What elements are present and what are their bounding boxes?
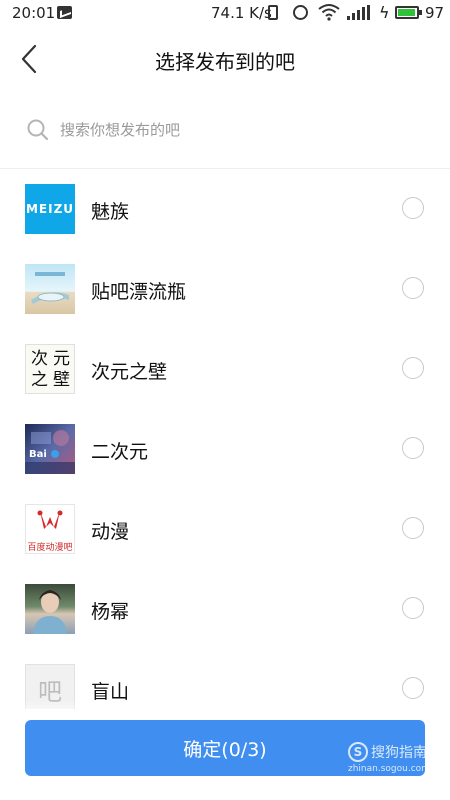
- search-icon: [27, 119, 49, 141]
- list-item[interactable]: 百度动漫吧 动漫: [0, 489, 450, 569]
- avatar-logo-text: 百度动漫吧: [27, 543, 73, 553]
- charging-icon: ϟ: [379, 3, 390, 22]
- select-radio[interactable]: [402, 437, 424, 459]
- list-item[interactable]: 杨幂: [0, 569, 450, 649]
- forum-avatar: [25, 264, 75, 314]
- avatar-logo-text: MEIZU: [25, 202, 75, 216]
- list-item[interactable]: 次 元 之 壁 次元之壁: [0, 329, 450, 409]
- dongman-logo: [37, 510, 63, 529]
- list-item[interactable]: Bai 二次元: [0, 409, 450, 489]
- svg-text:Bai: Bai: [29, 449, 47, 460]
- select-radio[interactable]: [402, 277, 424, 299]
- select-radio[interactable]: [402, 677, 424, 699]
- confirm-label: 确定(0/3): [183, 738, 267, 761]
- forum-name: 次元之壁: [91, 361, 168, 383]
- watermark-brand: 搜狗指南: [371, 745, 427, 761]
- forum-name: 贴吧漂流瓶: [91, 281, 187, 303]
- battery-percent: 97: [425, 4, 445, 22]
- forum-list: MEIZU 魅族 贴吧漂流瓶 次 元 之 壁 次元之壁 Bai 二次元 百度动漫…: [0, 169, 450, 709]
- select-radio[interactable]: [402, 197, 424, 219]
- header: 选择发布到的吧: [0, 28, 450, 90]
- list-item[interactable]: MEIZU 魅族: [0, 169, 450, 249]
- battery-icon: [395, 6, 422, 19]
- alarm-icon: [293, 5, 308, 20]
- vibrate-icon: [268, 5, 278, 20]
- list-fade: [0, 700, 450, 720]
- forum-avatar: MEIZU: [25, 184, 75, 234]
- sogou-watermark: S 搜狗指南 zhinan.sogou.com: [344, 742, 434, 778]
- message-icon: [57, 6, 72, 19]
- avatar-char: 之: [31, 370, 48, 390]
- status-time: 20:01: [12, 4, 56, 22]
- wifi-icon: [318, 3, 340, 25]
- forum-name: 动漫: [91, 521, 130, 543]
- avatar-char: 次: [31, 349, 48, 369]
- network-speed: 74.1 K/s: [211, 4, 272, 22]
- status-bar: 20:01 74.1 K/s ϟ 97: [0, 0, 450, 28]
- signal-icon: [347, 5, 370, 20]
- bottle-image: [31, 272, 69, 304]
- forum-name: 杨幂: [91, 601, 130, 623]
- forum-name: 魅族: [91, 201, 130, 223]
- forum-name: 二次元: [91, 441, 149, 463]
- avatar-char: 元: [53, 349, 70, 369]
- avatar-char: 壁: [53, 370, 70, 390]
- forum-avatar: 次 元 之 壁: [25, 344, 75, 394]
- forum-avatar: 百度动漫吧: [25, 504, 75, 554]
- anime-image: Bai: [25, 430, 75, 474]
- search-input[interactable]: [58, 116, 422, 144]
- page-title: 选择发布到的吧: [155, 50, 295, 74]
- select-radio[interactable]: [402, 357, 424, 379]
- sogou-logo-icon: S: [348, 742, 368, 762]
- search-bar: [0, 100, 450, 158]
- select-radio[interactable]: [402, 597, 424, 619]
- select-radio[interactable]: [402, 517, 424, 539]
- forum-avatar: [25, 584, 75, 634]
- portrait-image: [33, 590, 67, 634]
- watermark-url: zhinan.sogou.com: [348, 764, 430, 774]
- battery-fill: [398, 9, 415, 16]
- forum-avatar: Bai: [25, 424, 75, 474]
- list-item[interactable]: 贴吧漂流瓶: [0, 249, 450, 329]
